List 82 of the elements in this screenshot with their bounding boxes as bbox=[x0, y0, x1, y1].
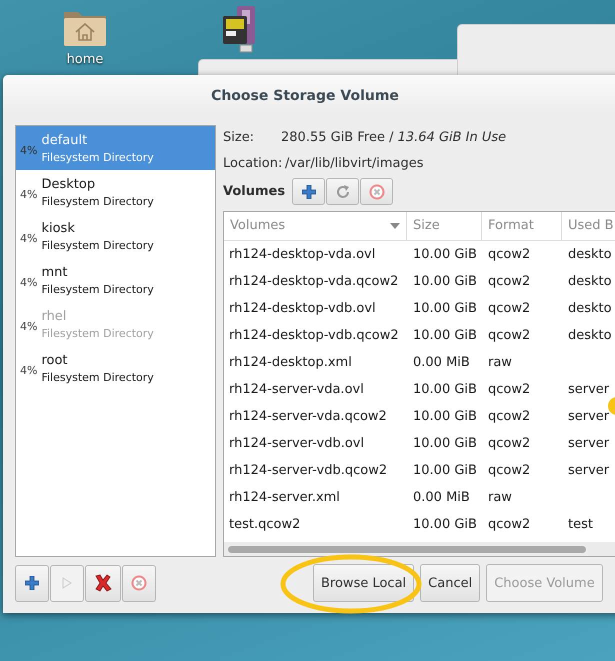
pool-type: Filesystem Directory bbox=[41, 238, 154, 252]
table-cell-text: 10.00 GiB bbox=[412, 246, 478, 262]
cross-icon bbox=[94, 573, 112, 593]
add-volume-button[interactable] bbox=[292, 178, 326, 206]
table-cell-text: test bbox=[567, 516, 594, 532]
field-value: /var/lib/libvirt/images bbox=[285, 156, 424, 172]
plus-icon bbox=[302, 184, 316, 199]
pool-type: Filesystem Directory bbox=[41, 194, 154, 208]
pool-type: Filesystem Directory bbox=[41, 370, 154, 384]
usage-percent: 4% bbox=[20, 276, 38, 288]
table-cell-text: test.qcow2 bbox=[228, 516, 302, 532]
section-label: Volumes bbox=[223, 184, 286, 200]
table-cell-text: 10.00 GiB bbox=[412, 328, 478, 343]
table-cell-text: qcow2 bbox=[487, 300, 532, 316]
field-label: Size: bbox=[223, 130, 256, 146]
dialog-button[interactable]: Cancel bbox=[420, 564, 480, 602]
table-cell-text: rh124-desktop-vdb.qcow2 bbox=[228, 328, 400, 343]
drive-icon bbox=[222, 5, 258, 53]
table-cell-text: rh124-server-vda.qcow2 bbox=[228, 408, 388, 424]
table-cell-text: rh124-desktop.xml bbox=[228, 354, 353, 370]
table-cell-text: deskto bbox=[567, 246, 613, 262]
icon-label: home bbox=[66, 52, 104, 67]
table-cell-text: 10.00 GiB bbox=[412, 382, 478, 397]
usage-percent: 4% bbox=[20, 364, 38, 376]
plus-icon bbox=[25, 576, 39, 590]
pool-name: kiosk bbox=[41, 220, 76, 236]
table-cell-text: qcow2 bbox=[487, 274, 532, 289]
delete-pool-button[interactable] bbox=[85, 564, 121, 602]
pool-name: default bbox=[41, 132, 88, 148]
table-cell-text: deskto bbox=[567, 274, 613, 289]
table-cell-text: 0.00 MiB bbox=[412, 490, 471, 505]
table-cell-text: raw bbox=[487, 354, 513, 370]
delete-volume-button[interactable] bbox=[360, 178, 394, 206]
table-cell-text: server bbox=[567, 436, 610, 451]
dialog-button[interactable]: Browse Local bbox=[313, 564, 414, 602]
table-cell-text: rh124-server-vdb.ovl bbox=[228, 436, 366, 451]
table-cell-text: qcow2 bbox=[487, 436, 532, 451]
table-cell-text: rh124-desktop-vdb.ovl bbox=[228, 300, 377, 316]
table-cell-text: qcow2 bbox=[487, 246, 532, 262]
table-cell-text: server bbox=[567, 408, 610, 424]
usage-percent: 4% bbox=[20, 144, 38, 156]
horizontal-scrollbar[interactable] bbox=[224, 542, 615, 556]
table-cell-text: server bbox=[567, 462, 610, 478]
pool-name: mnt bbox=[41, 264, 68, 280]
table-cell-text: rh124-server-vda.ovl bbox=[228, 382, 365, 397]
table-cell-text: raw bbox=[487, 490, 513, 505]
table-cell-text: rh124-server-vdb.qcow2 bbox=[228, 462, 388, 478]
table-cell-text: rh124-server.xml bbox=[228, 490, 341, 505]
table-cell-text: 10.00 GiB bbox=[412, 462, 478, 478]
field-value: 280.55 GiB Free / 13.64 GiB In Use bbox=[281, 130, 506, 146]
table-cell-text: 10.00 GiB bbox=[412, 408, 478, 424]
table-cell-text: qcow2 bbox=[487, 328, 532, 343]
table-cell-text: rh124-desktop-vda.ovl bbox=[228, 246, 376, 262]
table-cell-text: qcow2 bbox=[487, 462, 532, 478]
pool-name: Desktop bbox=[41, 176, 96, 192]
table-cell-text: 0.00 MiB bbox=[412, 354, 471, 370]
table-cell-text: 10.00 GiB bbox=[412, 436, 478, 451]
table-cell-text: qcow2 bbox=[487, 516, 532, 532]
usage-percent: 4% bbox=[20, 188, 38, 200]
table-cell-text: 10.00 GiB bbox=[412, 300, 478, 316]
table-cell-text: qcow2 bbox=[487, 382, 532, 397]
pool-type: Filesystem Directory bbox=[41, 282, 154, 296]
table-cell-text: 10.00 GiB bbox=[412, 516, 478, 532]
table-cell-text: deskto bbox=[567, 300, 613, 316]
stop-icon bbox=[131, 575, 147, 591]
field-label: Location: bbox=[223, 156, 284, 172]
window-title: Choose Storage Volume bbox=[211, 88, 399, 104]
pool-type: Filesystem Directory bbox=[41, 150, 154, 164]
stop-icon bbox=[368, 184, 385, 200]
table-cell-text: server bbox=[567, 382, 610, 397]
usage-percent: 4% bbox=[20, 320, 38, 332]
pool-type: Filesystem Directory bbox=[41, 326, 154, 340]
table-cell-text: deskto bbox=[567, 328, 613, 343]
table-cell-text: 10.00 GiB bbox=[412, 274, 478, 289]
usage-percent: 4% bbox=[20, 232, 38, 244]
refresh-icon bbox=[334, 184, 351, 200]
add-pool-button[interactable] bbox=[15, 564, 49, 602]
table-cell-text: qcow2 bbox=[487, 408, 532, 424]
pool-name: root bbox=[41, 352, 69, 368]
table-cell-text: rh124-desktop-vda.qcow2 bbox=[228, 274, 400, 289]
pool-name: rhel bbox=[41, 308, 68, 324]
play-icon bbox=[62, 577, 72, 589]
